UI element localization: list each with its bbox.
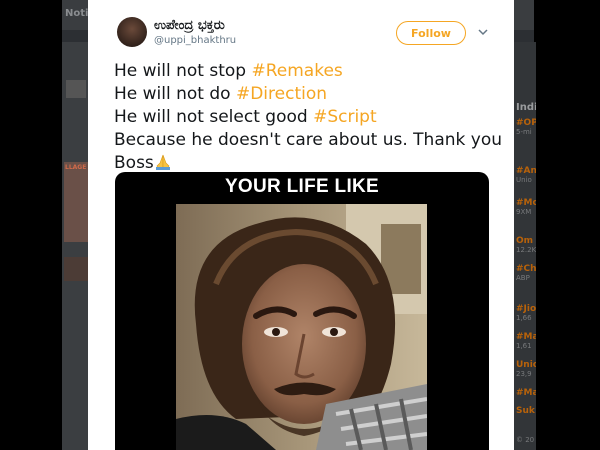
trend-footer: © 20 [516,436,535,444]
background-thumbnail [66,80,86,98]
hashtag-link[interactable]: #Remakes [252,61,343,81]
background-left-column: Indi LLAGE [62,42,88,450]
tweet-text: He will not stop #Remakes He will not do… [114,60,503,175]
background-thumbnail [64,257,88,281]
user-handle[interactable]: @uppi_bhakthru [154,35,236,46]
trend-item: #Jio 1,66 [516,304,536,322]
trends-title: Indi [516,102,536,113]
tweet-line: He will not do #Direction [114,84,328,104]
hashtag-link[interactable]: #Direction [236,84,327,104]
portrait-image [176,204,427,450]
tweet-card: ಉಪೇಂದ್ರ ಭಕ್ತರು @uppi_bhakthru Follow He … [88,0,514,450]
chevron-down-icon[interactable] [478,27,488,37]
avatar[interactable] [117,17,147,47]
tweet-line: He will not select good #Script [114,107,377,127]
meme-caption: YOUR LIFE LIKE [224,176,380,197]
trends-sidebar: Indi #OP 5-mi #An Unio #Mo 9XM Om 12.2K #Ch A… [514,42,536,450]
follow-button[interactable]: Follow [396,21,466,45]
folded-hands-icon [155,154,170,170]
trend-item: Om 12.2K [516,236,536,254]
tweet-line: Because he doesn't care about us. Thank … [114,130,503,150]
tweet-line: He will not stop #Remakes [114,61,343,81]
background-thumbnail [64,162,88,242]
hashtag-link[interactable]: #Script [313,107,377,127]
trend-item: #Ch ABP [516,264,536,282]
display-name[interactable]: ಉಪೇಂದ್ರ ಭಕ್ತರು [154,18,225,33]
trend-item: #Ma 1,61 [516,332,536,350]
trend-item: Suk [516,406,535,416]
trend-item: #Mo 9XM [516,198,536,216]
portrait-photo[interactable] [176,204,427,450]
tweet-media[interactable]: YOUR LIFE LIKE [115,172,489,450]
background-label: LLAGE [65,164,87,171]
trend-item: #An Unio [516,166,536,184]
trend-item: #OP 5-mi [516,118,536,136]
trend-item: #Ma [516,388,536,398]
trend-item: Unio 23,9 [516,360,536,378]
